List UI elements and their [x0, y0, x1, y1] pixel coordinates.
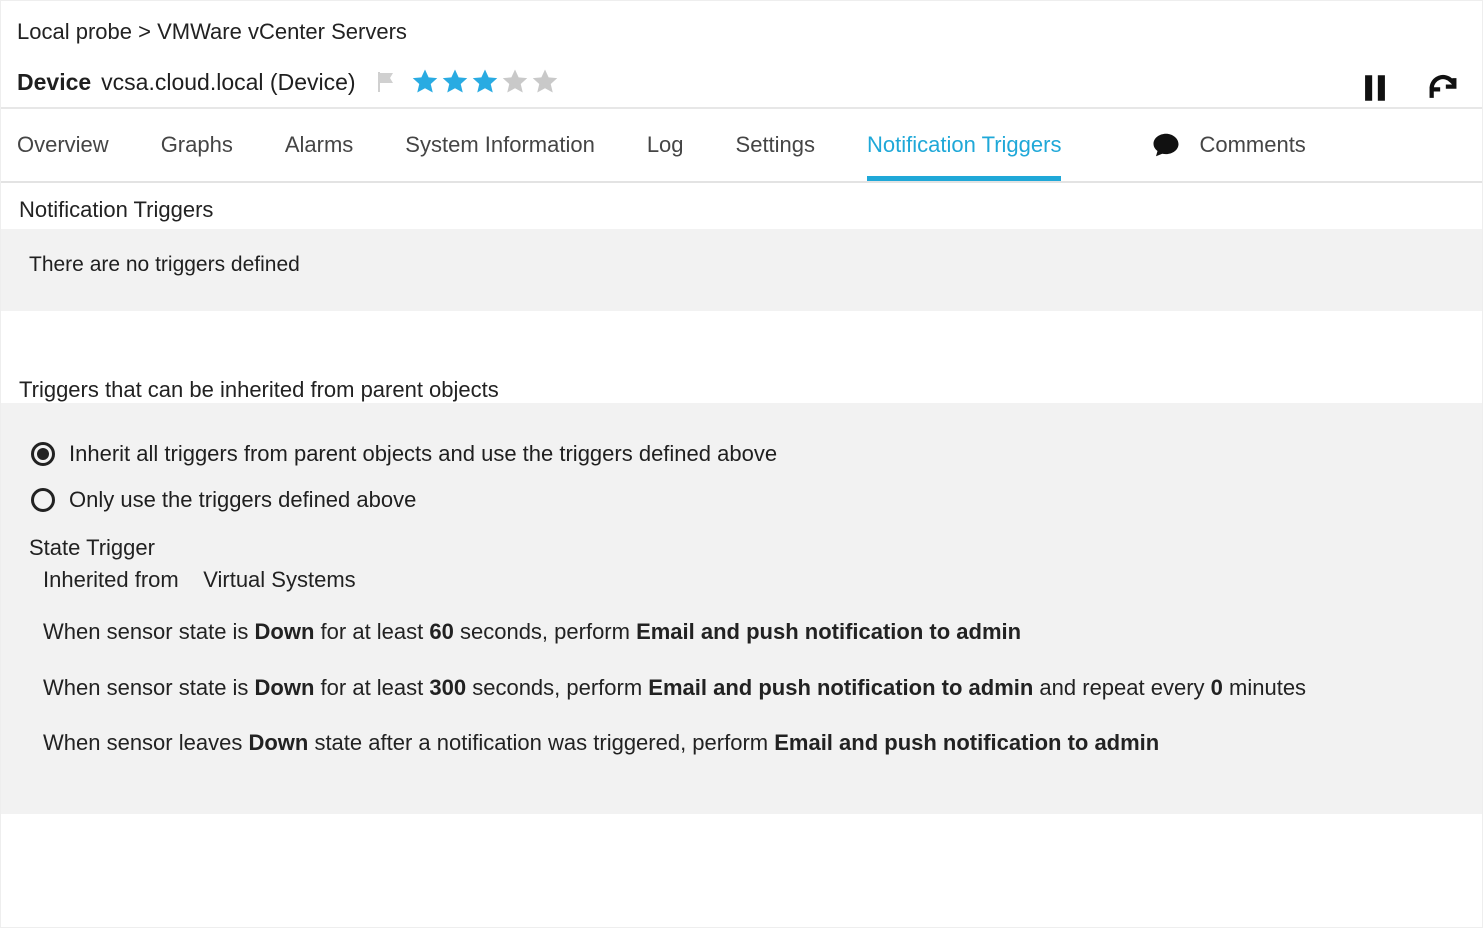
tab-sysinfo[interactable]: System Information [405, 109, 595, 181]
rule-value: Down [255, 619, 315, 644]
rule-value: 300 [429, 675, 466, 700]
rule-value: Email and push notification to admin [636, 619, 1021, 644]
rule-value: Email and push notification to admin [774, 730, 1159, 755]
radio-inherit-all[interactable]: Inherit all triggers from parent objects… [31, 441, 1454, 467]
tab-overview[interactable]: Overview [17, 109, 109, 181]
pause-icon[interactable] [1358, 71, 1392, 105]
rule-value: Down [248, 730, 308, 755]
device-name: vcsa.cloud.local (Device) [101, 69, 355, 96]
device-label: Device [17, 69, 91, 96]
rule-text: seconds, perform [466, 675, 648, 700]
notif-empty-text: There are no triggers defined [29, 253, 1454, 277]
radio-dot-inherit-all[interactable] [31, 442, 55, 466]
star-filled-icon[interactable] [470, 67, 500, 97]
comment-icon [1151, 130, 1181, 160]
breadcrumb-child[interactable]: VMWare vCenter Servers [157, 19, 407, 44]
inherited-source: Virtual Systems [203, 567, 355, 592]
tab-comments-label: Comments [1199, 132, 1305, 158]
star-filled-icon[interactable] [410, 67, 440, 97]
inherit-radio-group: Inherit all triggers from parent objects… [29, 441, 1454, 513]
radio-only-local[interactable]: Only use the triggers defined above [31, 487, 1454, 513]
breadcrumb-sep-char: > [138, 19, 151, 44]
tab-alarms[interactable]: Alarms [285, 109, 353, 181]
rule-text: seconds, perform [454, 619, 636, 644]
device-line: Device vcsa.cloud.local (Device) [17, 67, 1466, 97]
inherited-prefix: Inherited from [43, 567, 179, 592]
page-root: Local probe > VMWare vCenter Servers Dev… [0, 0, 1483, 928]
rule-value: Down [255, 675, 315, 700]
refresh-icon[interactable] [1426, 71, 1460, 105]
breadcrumb-parent[interactable]: Local probe [17, 19, 132, 44]
section-head-inherit: Triggers that can be inherited from pare… [1, 363, 1482, 403]
rule-text: for at least [314, 675, 429, 700]
panel-notif-empty: There are no triggers defined [1, 229, 1482, 311]
rule-text: and repeat every [1033, 675, 1210, 700]
star-empty-icon[interactable] [530, 67, 560, 97]
radio-dot-only-local[interactable] [31, 488, 55, 512]
rule-value: Email and push notification to admin [648, 675, 1033, 700]
section-spacer [1, 311, 1482, 363]
page-header: Local probe > VMWare vCenter Servers Dev… [1, 1, 1482, 109]
rule-value: 0 [1211, 675, 1223, 700]
rule-text: When sensor state is [43, 619, 255, 644]
rule-text: When sensor leaves [43, 730, 248, 755]
rating-stars[interactable] [410, 67, 560, 97]
inherited-from-line: Inherited from Virtual Systems [43, 567, 1454, 593]
star-empty-icon[interactable] [500, 67, 530, 97]
rule-text: state after a notification was triggered… [308, 730, 774, 755]
section-inherit: Triggers that can be inherited from pare… [1, 363, 1482, 814]
tabs-bar: Overview Graphs Alarms System Information Lo… [1, 109, 1482, 183]
trigger-rule-1: When sensor state is Down for at least 6… [43, 617, 1454, 647]
section-title-notif: Notification Triggers [19, 197, 1464, 223]
rule-value: 60 [429, 619, 453, 644]
breadcrumb[interactable]: Local probe > VMWare vCenter Servers [17, 19, 1466, 45]
rule-text: When sensor state is [43, 675, 255, 700]
state-trigger-body: Inherited from Virtual Systems When sens… [29, 567, 1454, 758]
trigger-rule-2: When sensor state is Down for at least 3… [43, 673, 1454, 703]
rule-text: for at least [314, 619, 429, 644]
state-trigger-rules: When sensor state is Down for at least 6… [43, 617, 1454, 758]
state-trigger-heading: State Trigger [29, 535, 1454, 561]
section-head-notif: Notification Triggers [1, 183, 1482, 223]
radio-label-inherit-all: Inherit all triggers from parent objects… [69, 441, 777, 467]
tab-log[interactable]: Log [647, 109, 684, 181]
rule-text: minutes [1223, 675, 1306, 700]
panel-inherit: Inherit all triggers from parent objects… [1, 403, 1482, 814]
tab-settings[interactable]: Settings [736, 109, 816, 181]
tab-graphs[interactable]: Graphs [161, 109, 233, 181]
radio-label-only-local: Only use the triggers defined above [69, 487, 416, 513]
tab-comments[interactable]: Comments [1151, 109, 1305, 181]
star-filled-icon[interactable] [440, 67, 470, 97]
flag-icon[interactable] [374, 70, 398, 94]
tab-notif[interactable]: Notification Triggers [867, 109, 1061, 181]
header-actions [1358, 71, 1460, 105]
trigger-rule-3: When sensor leaves Down state after a no… [43, 728, 1454, 758]
section-notification-triggers: Notification Triggers There are no trigg… [1, 183, 1482, 311]
section-title-inherit: Triggers that can be inherited from pare… [19, 377, 1464, 403]
